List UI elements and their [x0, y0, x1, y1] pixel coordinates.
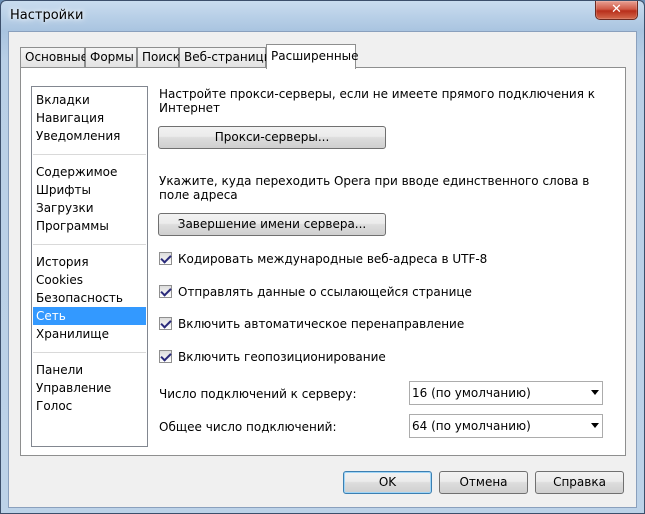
close-icon: ✕	[611, 2, 622, 17]
preferences-window: Настройки ✕ Основные Формы Поиск Веб-стр…	[0, 0, 645, 514]
auto-redirect-checkbox[interactable]	[159, 317, 172, 330]
utf8-addresses-checkbox[interactable]	[159, 252, 172, 265]
sidebar-divider	[33, 352, 146, 353]
tab-general[interactable]: Основные	[20, 47, 88, 68]
sidebar-item-cookies[interactable]: Cookies	[33, 271, 146, 289]
proxy-description-line2: Интернет	[159, 101, 221, 115]
tab-web-pages[interactable]: Веб-страницы	[179, 47, 273, 68]
chevron-down-icon	[591, 423, 599, 428]
server-completion-description: Укажите, куда переходить Opera при вводе…	[159, 174, 590, 188]
proxy-description: Настройте прокси-серверы, если не имеете…	[159, 87, 596, 101]
sidebar-item-storage[interactable]: Хранилище	[33, 325, 146, 343]
chevron-down-icon	[591, 390, 599, 395]
sidebar-item-content[interactable]: Содержимое	[33, 163, 146, 181]
ok-button[interactable]: OK	[343, 471, 432, 494]
server-connections-label: Число подключений к серверу:	[159, 387, 357, 401]
sidebar-item-history[interactable]: История	[33, 253, 146, 271]
sidebar-item-tabs[interactable]: Вкладки	[33, 91, 146, 109]
sidebar-item-notifications[interactable]: Уведомления	[33, 127, 146, 145]
sidebar-item-controls[interactable]: Управление	[33, 379, 146, 397]
utf8-addresses-label: Кодировать международные веб-адреса в UT…	[178, 252, 488, 266]
title-bar[interactable]: Настройки ✕	[1, 1, 644, 31]
sidebar-item-network[interactable]: Сеть	[33, 307, 146, 325]
server-connections-select[interactable]: 16 (по умолчанию)	[409, 381, 603, 405]
close-button[interactable]: ✕	[595, 1, 638, 20]
sidebar-item-voice[interactable]: Голос	[33, 397, 146, 415]
window-title: Настройки	[10, 8, 84, 23]
category-list: Вкладки Навигация Уведомления Содержимое…	[31, 86, 148, 447]
total-connections-select[interactable]: 64 (по умолчанию)	[409, 414, 603, 438]
total-connections-label: Общее число подключений:	[159, 420, 337, 434]
auto-redirect-label: Включить автоматическое перенаправление	[178, 317, 465, 331]
advanced-tab-panel: Вкладки Навигация Уведомления Содержимое…	[20, 67, 626, 456]
total-connections-value: 64 (по умолчанию)	[412, 419, 531, 433]
send-referrer-checkbox[interactable]	[159, 285, 172, 298]
send-referrer-label: Отправлять данные о ссылающейся странице	[178, 285, 472, 299]
tab-advanced[interactable]: Расширенные	[266, 44, 359, 69]
server-completion-description-line2: поле адреса	[159, 188, 238, 202]
sidebar-item-programs[interactable]: Программы	[33, 217, 146, 235]
geolocation-checkbox[interactable]	[159, 350, 172, 363]
tab-search[interactable]: Поиск	[137, 47, 180, 68]
sidebar-divider	[33, 154, 146, 155]
sidebar-divider	[33, 244, 146, 245]
sidebar-item-fonts[interactable]: Шрифты	[33, 181, 146, 199]
geolocation-label: Включить геопозиционирование	[178, 350, 386, 364]
sidebar-item-downloads[interactable]: Загрузки	[33, 199, 146, 217]
cancel-button[interactable]: Отмена	[439, 471, 528, 494]
server-connections-value: 16 (по умолчанию)	[412, 386, 531, 400]
help-button[interactable]: Справка	[535, 471, 624, 494]
sidebar-item-navigation[interactable]: Навигация	[33, 109, 146, 127]
sidebar-item-security[interactable]: Безопасность	[33, 289, 146, 307]
server-name-completion-button[interactable]: Завершение имени сервера...	[158, 213, 386, 236]
sidebar-item-toolbars[interactable]: Панели	[33, 361, 146, 379]
tab-forms[interactable]: Формы	[85, 47, 137, 68]
dialog-client-area: Основные Формы Поиск Веб-страницы Расшир…	[8, 31, 637, 508]
proxy-servers-button[interactable]: Прокси-серверы...	[158, 126, 386, 149]
